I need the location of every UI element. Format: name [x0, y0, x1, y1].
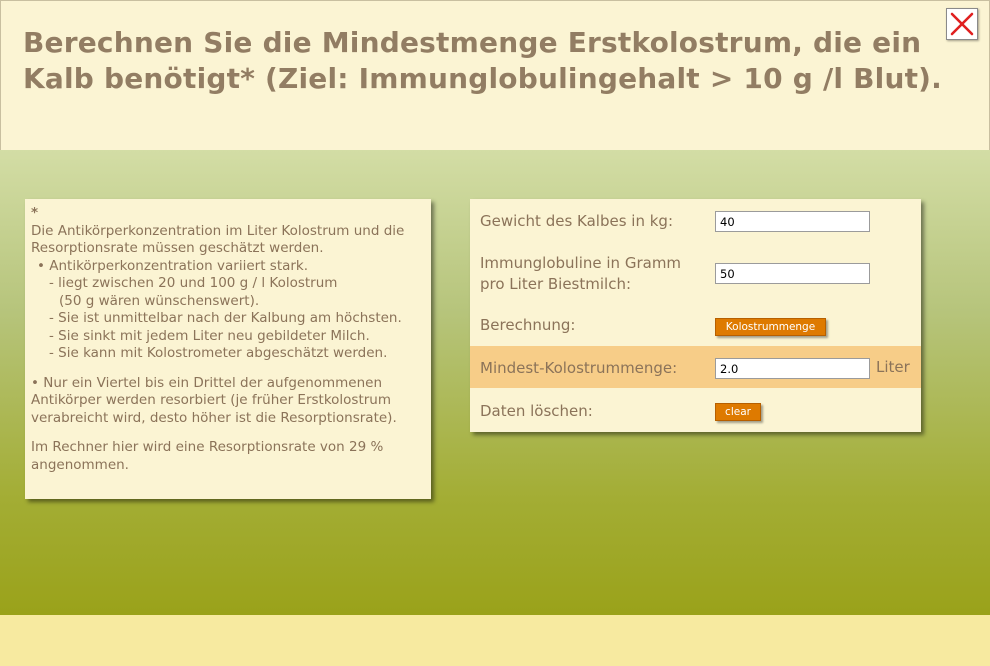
- info-sub-4: - Sie kann mit Kolostrometer abgeschätzt…: [49, 345, 388, 361]
- calculator-panel: Gewicht des Kalbes in kg: Immunglobuline…: [470, 199, 921, 432]
- info-intro: Die Antikörperkonzentration im Liter Kol…: [31, 222, 405, 257]
- info-note: Im Rechner hier wird eine Resorptionsrat…: [31, 439, 384, 473]
- header: Berechnen Sie die Mindestmenge Erstkolos…: [0, 0, 990, 151]
- info-sub-3: - Sie sinkt mit jedem Liter neu gebildet…: [49, 327, 370, 344]
- info-bullet-1: • Antikörperkonzentration variiert stark…: [37, 257, 309, 274]
- footer-bar: [0, 615, 990, 666]
- clear-label: Daten löschen:: [480, 402, 593, 420]
- close-button[interactable]: [946, 8, 978, 40]
- igg-label: Immunglobuline in Gramm pro Liter Biestm…: [480, 253, 681, 295]
- result-unit: Liter: [876, 358, 910, 376]
- calculate-button[interactable]: Kolostrummenge: [715, 318, 826, 336]
- page-title: Berechnen Sie die Mindestmenge Erstkolos…: [23, 26, 943, 95]
- calc-label: Berechnung:: [480, 316, 576, 334]
- info-panel: * Die Antikörperkonzentration im Liter K…: [25, 199, 431, 499]
- weight-input[interactable]: [715, 211, 870, 232]
- igg-input[interactable]: [715, 263, 870, 284]
- info-sub-2: - Sie ist unmittelbar nach der Kalbung a…: [49, 310, 402, 326]
- igg-label-line1: Immunglobuline in Gramm: [480, 254, 682, 272]
- info-sub-1: - liegt zwischen 20 und 100 g / l Kolost…: [49, 275, 338, 291]
- weight-label: Gewicht des Kalbes in kg:: [480, 212, 673, 230]
- igg-label-line2: pro Liter Biestmilch:: [480, 275, 632, 293]
- info-bullet-2: • Nur ein Viertel bis ein Drittel der au…: [31, 374, 397, 426]
- result-label: Mindest-Kolostrummenge:: [480, 359, 678, 377]
- result-output[interactable]: [715, 358, 870, 379]
- close-x-icon: [950, 12, 974, 36]
- clear-button[interactable]: clear: [715, 403, 761, 421]
- footnote-star: *: [31, 205, 39, 221]
- info-sub-1b: (50 g wären wünschenswert).: [59, 292, 260, 309]
